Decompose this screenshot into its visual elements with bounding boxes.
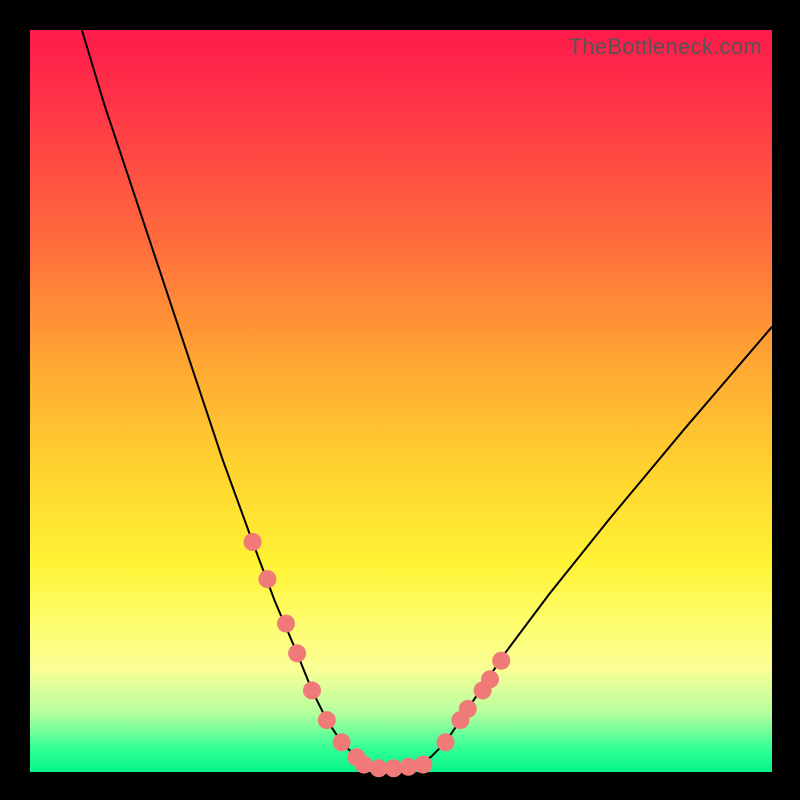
data-marker bbox=[481, 670, 499, 688]
plot-area: TheBottleneck.com bbox=[30, 30, 772, 772]
data-marker bbox=[277, 615, 295, 633]
data-marker bbox=[244, 533, 262, 551]
data-marker bbox=[318, 711, 336, 729]
bottleneck-curve bbox=[82, 30, 772, 768]
data-marker bbox=[288, 644, 306, 662]
data-marker bbox=[414, 756, 432, 774]
data-marker bbox=[459, 700, 477, 718]
chart-svg bbox=[30, 30, 772, 772]
data-marker bbox=[437, 733, 455, 751]
marker-group-bottom bbox=[355, 756, 432, 778]
data-marker bbox=[333, 733, 351, 751]
data-marker bbox=[492, 652, 510, 670]
data-marker bbox=[303, 681, 321, 699]
chart-frame: TheBottleneck.com bbox=[0, 0, 800, 800]
data-marker bbox=[258, 570, 276, 588]
